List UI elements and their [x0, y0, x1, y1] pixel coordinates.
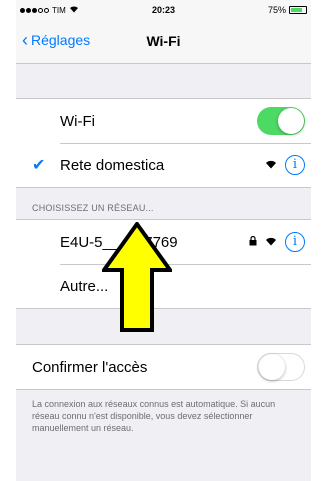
network-icons: i: [249, 232, 305, 252]
signal-strength-icon: [20, 7, 49, 13]
status-right: 75%: [268, 5, 307, 15]
info-icon[interactable]: i: [285, 232, 305, 252]
up-arrow-icon: [102, 222, 172, 332]
wifi-icon: [265, 158, 277, 172]
carrier-label: TIM: [52, 5, 66, 15]
battery-icon: [289, 6, 307, 14]
status-time: 20:23: [151, 5, 176, 15]
status-wifi-icon: [69, 5, 79, 15]
wifi-toggle-label: Wi-Fi: [60, 112, 95, 130]
status-bar: TIM 20:23 75%: [16, 0, 311, 20]
battery-percent: 75%: [267, 5, 286, 15]
navigation-bar: ‹ Réglages Wi-Fi: [16, 20, 311, 64]
connected-network-icons: i: [265, 155, 305, 175]
lock-icon: [249, 235, 257, 249]
toggle-knob: [278, 108, 304, 134]
choose-network-header: CHOISISSEZ UN RÉSEAU...: [32, 203, 154, 213]
wifi-toggle[interactable]: [257, 107, 305, 135]
wifi-icon: [265, 235, 277, 249]
status-left: TIM: [20, 5, 79, 15]
confirm-access-toggle[interactable]: [257, 353, 305, 381]
page-title: Wi-Fi: [146, 33, 181, 49]
battery-fill: [291, 8, 302, 12]
confirm-access-group: Confirmer l'accès: [16, 344, 311, 390]
confirm-access-label: Confirmer l'accès: [32, 358, 148, 376]
confirm-access-row: Confirmer l'accès: [16, 345, 311, 389]
wifi-group: Wi-Fi ✔ Rete domestica i: [16, 98, 311, 188]
checkmark-icon: ✔: [32, 157, 46, 174]
toggle-knob: [259, 354, 285, 380]
wifi-toggle-row: Wi-Fi: [16, 99, 311, 143]
info-icon[interactable]: i: [285, 155, 305, 175]
connected-network-row[interactable]: ✔ Rete domestica i: [16, 143, 311, 187]
confirm-access-note: La connexion aux réseaux connus est auto…: [32, 399, 276, 433]
connected-network-name: Rete domestica: [60, 156, 165, 174]
